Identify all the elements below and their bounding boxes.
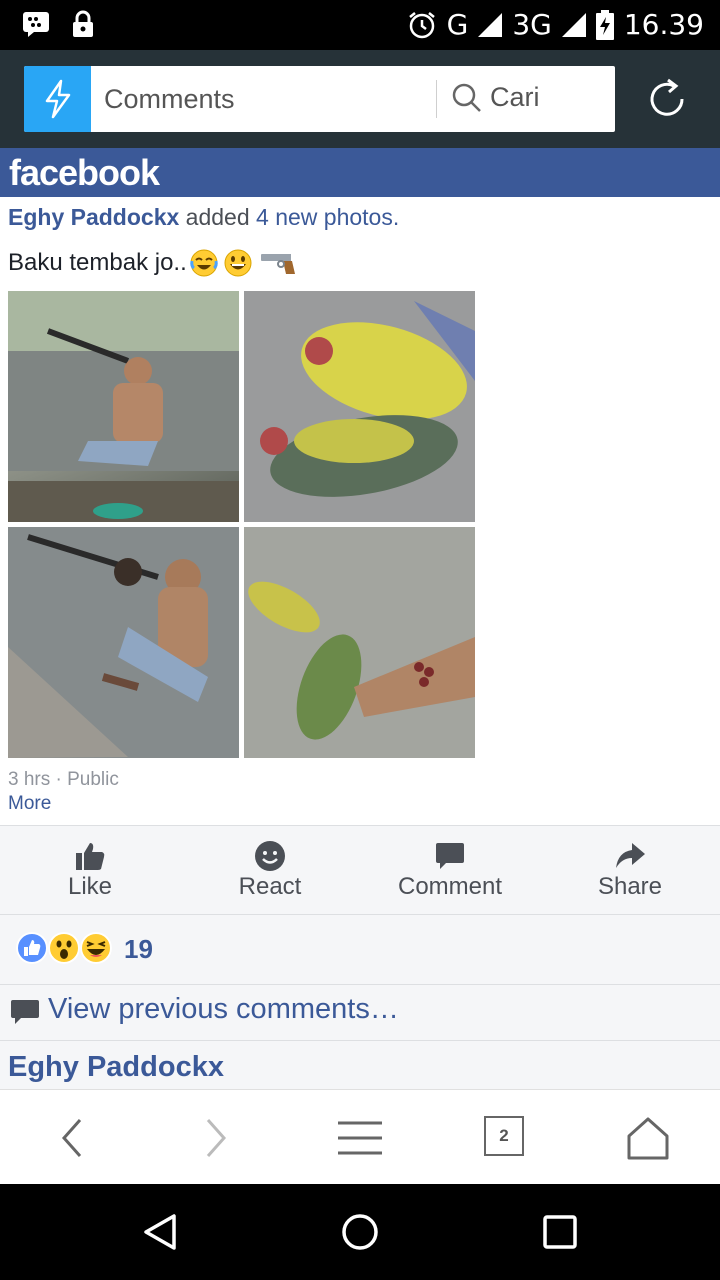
search-label: Cari [490, 82, 540, 112]
view-previous-comments-label: View previous comments… [48, 993, 399, 1025]
more-link[interactable]: More [8, 793, 51, 815]
post-action-suffix: . [392, 204, 400, 230]
react-label: React [238, 873, 302, 900]
network-type-label-2: 3G [512, 8, 552, 41]
photo-dead-birds [244, 291, 475, 522]
laughing-tears-emoji [190, 249, 218, 277]
home-icon[interactable] [624, 1114, 672, 1162]
bbm-notification-icon [23, 12, 49, 37]
comment-button[interactable]: Comment [360, 826, 540, 916]
forward-arrow-icon[interactable] [192, 1114, 240, 1162]
pistol-emoji [260, 254, 295, 274]
signal-icon [478, 12, 503, 37]
flash-button[interactable] [24, 66, 91, 132]
share-label: Share [597, 873, 663, 900]
post-header: Eghy Paddockx added 4 new photos. [8, 204, 399, 231]
nav-back-icon[interactable] [140, 1212, 180, 1252]
post-action-prefix: added [185, 204, 250, 230]
search-button[interactable]: Cari [452, 82, 540, 113]
comment-bubble-icon [11, 1000, 39, 1024]
like-label: Like [67, 873, 113, 900]
android-navigation-bar [0, 1184, 720, 1280]
commenter-name[interactable]: Eghy Paddockx [8, 1051, 224, 1084]
comment-label: Comment [397, 873, 503, 900]
haha-reaction-icon [80, 932, 112, 964]
photo-man-shooting [8, 527, 239, 758]
thumbs-up-icon [76, 843, 105, 870]
signal-icon-2 [561, 12, 586, 37]
tabs-button[interactable]: 2 [484, 1116, 524, 1156]
photo-hand-holding-birds [244, 527, 475, 758]
share-button[interactable]: Share [540, 826, 720, 916]
post-action-bar: Like React Comment Share [0, 825, 720, 915]
wow-reaction-icon [48, 932, 80, 964]
facebook-header: facebook [0, 148, 720, 197]
menu-icon[interactable] [336, 1114, 384, 1162]
url-box[interactable]: Comments Cari [24, 66, 615, 132]
like-button[interactable]: Like [0, 826, 180, 916]
photo-man-aiming-rifle [8, 291, 239, 522]
nav-recents-icon[interactable] [540, 1212, 580, 1252]
facebook-logo[interactable]: facebook [9, 152, 160, 194]
network-type-label: G [446, 8, 469, 41]
lock-icon [73, 10, 93, 37]
back-arrow-icon[interactable] [48, 1114, 96, 1162]
react-button[interactable]: React [180, 826, 360, 916]
battery-charging-icon [595, 9, 614, 40]
post-text: Baku tembak jo.. [8, 248, 297, 278]
post-author[interactable]: Eghy Paddockx [8, 204, 179, 230]
post-body-text: Baku tembak jo.. [8, 249, 187, 276]
reload-icon[interactable] [644, 76, 690, 122]
lightning-icon [45, 79, 70, 119]
post-photo-4[interactable] [244, 527, 475, 758]
post-action-link[interactable]: 4 new photos [256, 204, 393, 230]
browser-address-bar: Comments Cari [0, 50, 720, 148]
nav-home-icon[interactable] [340, 1212, 380, 1252]
status-bar: G 3G 16.39 [0, 0, 720, 50]
post-meta: 3 hrs · Public [8, 769, 119, 790]
clock-time: 16.39 [623, 8, 704, 41]
url-divider [436, 80, 437, 118]
post-photo-2[interactable] [244, 291, 475, 522]
post-photo-1[interactable] [8, 291, 239, 522]
smiley-icon [255, 841, 285, 871]
view-previous-comments[interactable]: View previous comments… [0, 985, 720, 1041]
share-arrow-icon [616, 843, 645, 868]
reactions-summary[interactable]: 19 [0, 915, 720, 985]
post-photo-3[interactable] [8, 527, 239, 758]
browser-toolbar [0, 1089, 720, 1184]
comment-item: Eghy Paddockx [0, 1041, 720, 1089]
alarm-icon [408, 11, 435, 38]
grinning-emoji [224, 249, 252, 277]
like-reaction-icon [16, 932, 48, 964]
search-icon [452, 83, 481, 112]
url-text[interactable]: Comments [104, 84, 235, 115]
reaction-count: 19 [124, 934, 153, 964]
comment-icon [436, 843, 464, 869]
